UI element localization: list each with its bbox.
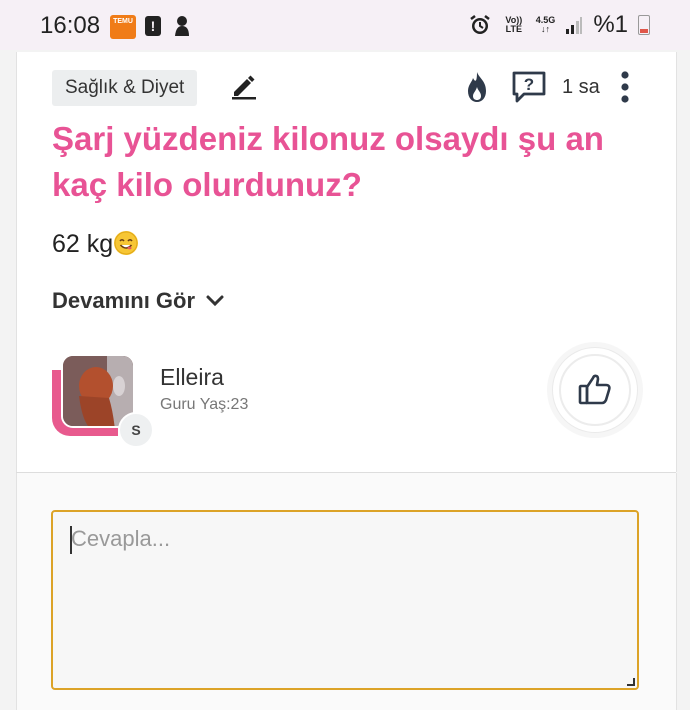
chevron-down-icon <box>206 295 224 307</box>
question-box-icon[interactable]: ? <box>511 70 547 104</box>
alert-icon: ! <box>145 16 161 36</box>
question-body: 62 kg <box>52 230 139 259</box>
status-right: Vo)) LTE 4.5G ↓↑ %1 <box>468 11 650 38</box>
temu-label: TEMU <box>113 18 133 25</box>
see-more-link[interactable]: Devamını Gör <box>52 288 225 314</box>
network-type: 4.5G ↓↑ <box>535 15 556 34</box>
post-time: 1 sa <box>562 76 600 98</box>
smiling-face-emoji-icon <box>114 231 139 255</box>
question-body-text: 62 kg <box>52 230 114 258</box>
notification-app-icon <box>175 16 189 36</box>
text-cursor <box>70 526 72 554</box>
author-avatar[interactable]: S <box>52 352 154 448</box>
reply-box[interactable] <box>51 510 639 690</box>
alarm-icon <box>470 15 490 34</box>
resize-handle[interactable] <box>627 678 635 686</box>
category-tag[interactable]: Sağlık & Diyet <box>52 70 198 106</box>
like-button[interactable] <box>553 348 637 432</box>
status-time: 16:08 <box>40 12 101 39</box>
author-name[interactable]: Elleira <box>160 364 224 391</box>
battery-percent: %1 <box>593 11 628 38</box>
signal-icon <box>566 17 583 34</box>
battery-icon <box>638 15 650 35</box>
see-more-label: Devamını Gör <box>52 288 196 313</box>
reply-input[interactable] <box>53 512 637 688</box>
question-title: Şarj yüzdeniz kilonuz olsaydı şu an kaç … <box>52 120 604 203</box>
more-vertical-icon[interactable] <box>620 70 630 104</box>
user-level-badge: S <box>118 412 154 448</box>
edit-pencil-icon[interactable] <box>230 72 258 100</box>
author-meta: Guru Yaş:23 <box>160 396 249 413</box>
temu-app-icon: TEMU <box>110 15 136 39</box>
volte-indicator: Vo)) LTE <box>505 15 523 34</box>
status-bar: 16:08 TEMU ! Vo)) LTE 4.5G ↓↑ %1 <box>0 0 690 50</box>
thumbs-up-icon <box>578 374 611 405</box>
svg-text:?: ? <box>524 75 534 94</box>
fire-icon[interactable] <box>462 70 492 104</box>
